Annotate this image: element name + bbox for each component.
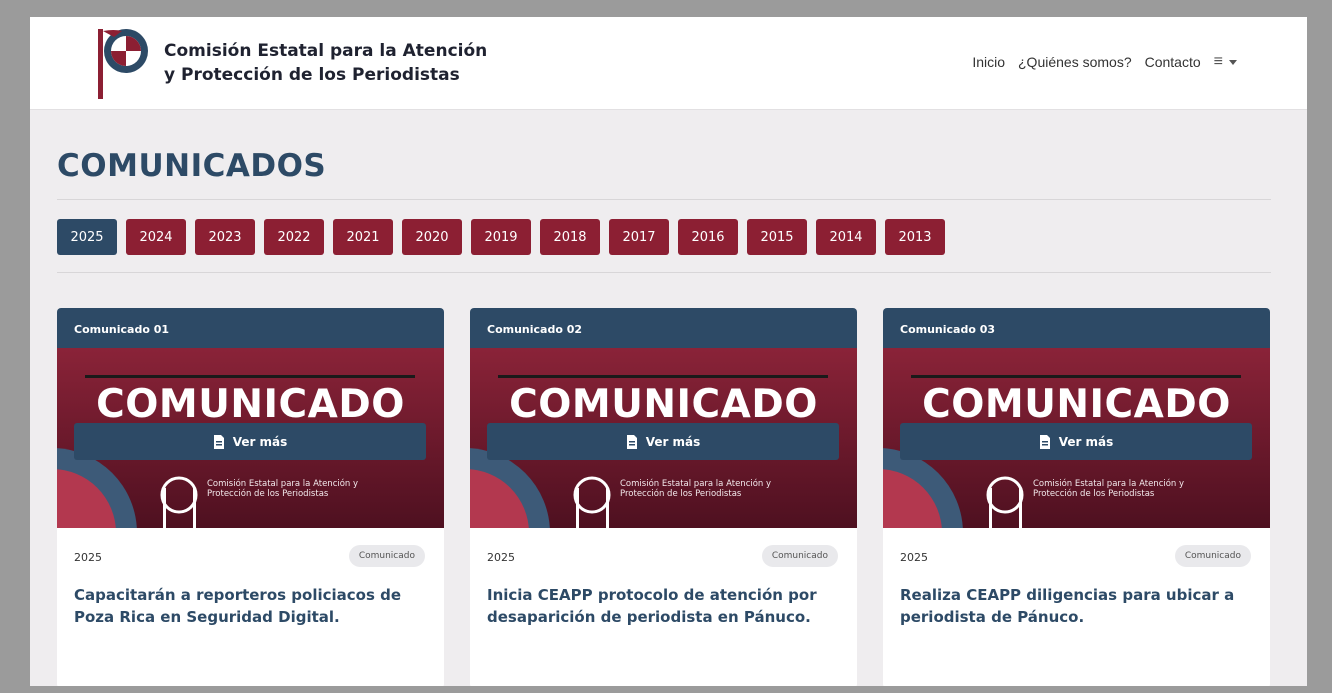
- document-icon: [213, 434, 224, 449]
- comunicado-card: Comunicado 01 COMUNICADO Comisión Estata…: [57, 308, 444, 686]
- site-header: Comisión Estatal para la Atención y Prot…: [30, 17, 1307, 110]
- ver-mas-label: Ver más: [1058, 434, 1114, 449]
- org-name-line1: Comisión Estatal para la Atención: [164, 41, 488, 61]
- banner-title: COMUNICADO: [922, 382, 1231, 427]
- card-year: 2025: [900, 551, 928, 564]
- year-button-2025[interactable]: 2025: [57, 219, 117, 255]
- category-badge: Comunicado: [348, 545, 425, 567]
- year-button-2016[interactable]: 2016: [678, 219, 738, 255]
- year-button-2013[interactable]: 2013: [885, 219, 945, 255]
- year-button-2018[interactable]: 2018: [540, 219, 600, 255]
- category-badge: Comunicado: [761, 545, 838, 567]
- year-button-2021[interactable]: 2021: [333, 219, 393, 255]
- ver-mas-button[interactable]: Ver más: [900, 423, 1252, 460]
- browser-viewport: Comisión Estatal para la Atención y Prot…: [30, 17, 1307, 686]
- card-title[interactable]: Realiza CEAPP diligencias para ubicar a …: [900, 584, 1253, 634]
- category-badge: Comunicado: [1174, 545, 1251, 567]
- banner-title: COMUNICADO: [96, 382, 405, 427]
- caret-down-icon: [1229, 59, 1237, 65]
- year-button-2014[interactable]: 2014: [816, 219, 876, 255]
- year-button-2024[interactable]: 2024: [126, 219, 186, 255]
- document-icon: [1039, 434, 1050, 449]
- banner-org-name: Comisión Estatal para la Atención y Prot…: [1033, 479, 1185, 499]
- ver-mas-button[interactable]: Ver más: [487, 423, 839, 460]
- banner-org-name: Comisión Estatal para la Atención y Prot…: [207, 479, 359, 499]
- ver-mas-button[interactable]: Ver más: [74, 423, 426, 460]
- banner-org-name: Comisión Estatal para la Atención y Prot…: [620, 479, 772, 499]
- ver-mas-label: Ver más: [645, 434, 701, 449]
- card-body: 2025 Comunicado Realiza CEAPP diligencia…: [883, 528, 1270, 634]
- hamburger-icon: ≡: [1213, 53, 1223, 70]
- card-meta: 2025 Comunicado: [74, 528, 427, 584]
- divider: [57, 199, 1271, 200]
- card-year: 2025: [74, 551, 102, 564]
- year-button-2017[interactable]: 2017: [609, 219, 669, 255]
- comunicado-card: Comunicado 03 COMUNICADO Comisión Estata…: [883, 308, 1270, 686]
- card-meta: 2025 Comunicado: [900, 528, 1253, 584]
- card-meta: 2025 Comunicado: [487, 528, 840, 584]
- document-icon: [626, 434, 637, 449]
- comunicado-card: Comunicado 02 COMUNICADO Comisión Estata…: [470, 308, 857, 686]
- year-filter: 2025 2024 2023 2022 2021 2020 2019 2018 …: [57, 219, 945, 255]
- year-button-2020[interactable]: 2020: [402, 219, 462, 255]
- card-title[interactable]: Inicia CEAPP protocolo de atención por d…: [487, 584, 840, 634]
- nav-inicio[interactable]: Inicio: [972, 54, 1005, 70]
- card-header: Comunicado 01: [57, 308, 444, 348]
- year-button-2023[interactable]: 2023: [195, 219, 255, 255]
- card-header: Comunicado 02: [470, 308, 857, 348]
- comunicados-grid: Comunicado 01 COMUNICADO Comisión Estata…: [57, 308, 1271, 686]
- nav-quienes-somos[interactable]: ¿Quiénes somos?: [1018, 54, 1132, 70]
- card-year: 2025: [487, 551, 515, 564]
- card-body: 2025 Comunicado Capacitarán a reporteros…: [57, 528, 444, 634]
- year-button-2019[interactable]: 2019: [471, 219, 531, 255]
- banner-title: COMUNICADO: [509, 382, 818, 427]
- ver-mas-label: Ver más: [232, 434, 288, 449]
- org-name-line2: y Protección de los Periodistas: [164, 65, 460, 85]
- card-title[interactable]: Capacitarán a reporteros policiacos de P…: [74, 584, 427, 634]
- card-header: Comunicado 03: [883, 308, 1270, 348]
- nav-contacto[interactable]: Contacto: [1145, 54, 1201, 70]
- page-title: COMUNICADOS: [57, 148, 327, 184]
- year-button-2022[interactable]: 2022: [264, 219, 324, 255]
- organization-name: Comisión Estatal para la Atención y Prot…: [164, 39, 494, 87]
- ceapp-logo[interactable]: [94, 27, 152, 101]
- year-button-2015[interactable]: 2015: [747, 219, 807, 255]
- card-body: 2025 Comunicado Inicia CEAPP protocolo d…: [470, 528, 857, 634]
- main-nav: Inicio ¿Quiénes somos? Contacto ≡: [972, 53, 1237, 71]
- menu-dropdown-toggle[interactable]: ≡: [1214, 53, 1237, 71]
- divider: [57, 272, 1271, 273]
